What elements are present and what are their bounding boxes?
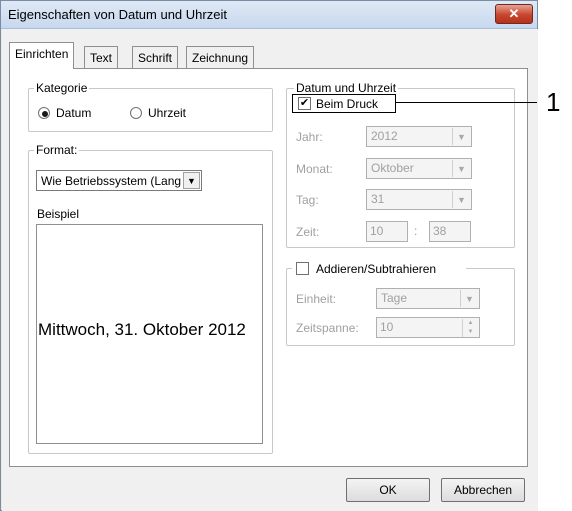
tab-text[interactable]: Text (84, 46, 119, 68)
zeit-hour-field[interactable]: 10 (366, 221, 408, 242)
tag-value: 31 (371, 192, 385, 206)
chevron-down-icon[interactable]: ▼ (183, 172, 200, 189)
zeit-minute-value: 38 (433, 224, 447, 238)
einheit-value: Tage (381, 291, 408, 305)
window-title: Eigenschaften von Datum und Uhrzeit (8, 7, 227, 22)
zeit-hour-value: 10 (370, 224, 384, 238)
radio-uhrzeit-label: Uhrzeit (148, 106, 187, 120)
close-icon: ✕ (508, 6, 520, 21)
format-select[interactable]: Wie Betriebssystem (Lang ▼ (36, 170, 202, 191)
jahr-value: 2012 (371, 129, 398, 143)
beispiel-label: Beispiel (37, 207, 80, 221)
preview-box: Mittwoch, 31. Oktober 2012 (36, 224, 263, 444)
title-bar[interactable]: Eigenschaften von Datum und Uhrzeit ✕ (1, 1, 537, 29)
cancel-button[interactable]: Abbrechen (441, 478, 525, 502)
radio-datum[interactable] (38, 107, 50, 119)
chevron-down-icon[interactable]: ▼ (452, 191, 470, 208)
tag-label: Tag: (296, 193, 319, 207)
jahr-label: Jahr: (296, 130, 323, 144)
zeitspanne-value: 10 (380, 320, 394, 334)
spinner-down-icon[interactable]: ▼ (462, 328, 478, 337)
beim-druck-checkbox[interactable]: ✔ (298, 97, 311, 110)
zeit-minute-field[interactable]: 38 (429, 221, 471, 242)
beim-druck-label: Beim Druck (316, 97, 379, 111)
format-select-value: Wie Betriebssystem (Lang (41, 174, 182, 188)
zeitspanne-field[interactable]: 10 ▲ ▼ (376, 317, 480, 338)
monat-label: Monat: (296, 162, 333, 176)
addieren-checkbox[interactable] (296, 262, 309, 275)
zeitspanne-label: Zeitspanne: (296, 321, 359, 335)
callout-number: 1 (546, 87, 561, 117)
zeit-separator: : (414, 224, 418, 238)
datum-uhrzeit-legend: Datum und Uhrzeit (294, 81, 399, 95)
chevron-down-icon[interactable]: ▼ (452, 128, 470, 145)
zeit-label: Zeit: (296, 225, 320, 239)
spinner-up-icon[interactable]: ▲ (462, 319, 478, 328)
tab-zeichnung[interactable]: Zeichnung (186, 46, 255, 68)
tag-select[interactable]: 31 ▼ (366, 189, 472, 210)
tab-einrichten[interactable]: Einrichten (9, 42, 75, 69)
preview-text: Mittwoch, 31. Oktober 2012 (38, 320, 246, 339)
monat-value: Oktober (371, 161, 414, 175)
addieren-label: Addieren/Subtrahieren (316, 262, 437, 276)
radio-uhrzeit[interactable] (130, 107, 142, 119)
jahr-select[interactable]: 2012 ▼ (366, 126, 472, 147)
chevron-down-icon[interactable]: ▼ (460, 290, 478, 307)
radio-datum-label: Datum (56, 106, 92, 120)
close-button[interactable]: ✕ (495, 4, 533, 24)
ok-button[interactable]: OK (346, 478, 430, 502)
kategorie-legend: Kategorie (34, 81, 90, 95)
format-legend: Format: (34, 143, 80, 157)
monat-select[interactable]: Oktober ▼ (366, 158, 472, 179)
einheit-label: Einheit: (296, 292, 337, 306)
tab-schrift[interactable]: Schrift (132, 46, 179, 68)
einheit-select[interactable]: Tage ▼ (376, 288, 480, 309)
chevron-down-icon[interactable]: ▼ (452, 160, 470, 177)
callout-line (395, 102, 537, 103)
